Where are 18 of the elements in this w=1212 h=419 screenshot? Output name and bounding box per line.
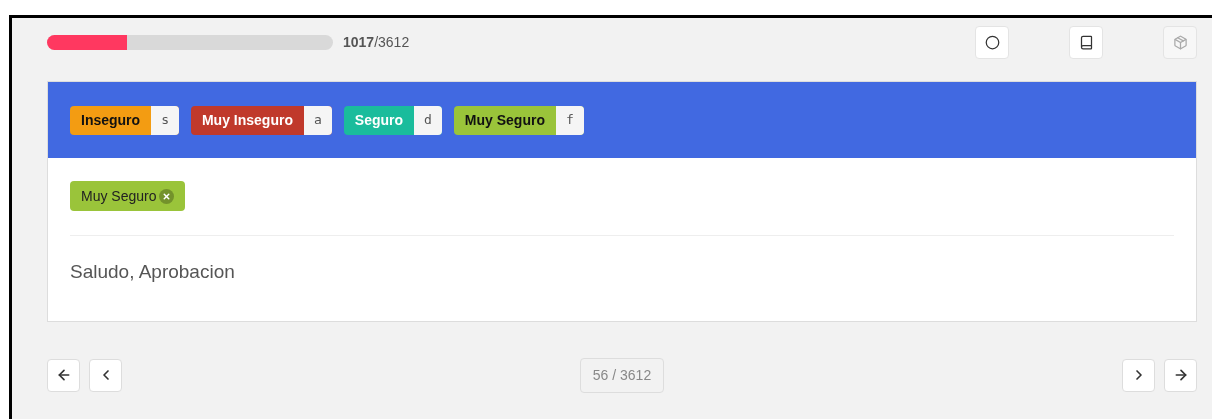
box-icon — [1172, 35, 1188, 50]
previous-button[interactable] — [89, 358, 122, 392]
remove-icon[interactable] — [159, 188, 175, 204]
label-button[interactable]: Muy Inseguro a — [190, 105, 332, 135]
page-counter: 56 / 3612 — [579, 357, 665, 393]
last-button[interactable] — [1164, 358, 1197, 392]
book-icon — [1078, 35, 1094, 50]
circle-icon — [984, 35, 1000, 50]
label-button[interactable]: Seguro d — [343, 105, 442, 135]
next-button[interactable] — [1122, 358, 1155, 392]
first-button[interactable] — [47, 358, 80, 392]
progress-count: 1017/3612 — [343, 33, 410, 52]
label-button[interactable]: Muy Seguro f — [453, 105, 584, 135]
label-button[interactable]: Inseguro s — [70, 105, 179, 135]
content-text: Saludo, Aprobacion — [70, 260, 236, 284]
book-button[interactable] — [1069, 26, 1103, 59]
circle-button[interactable] — [975, 26, 1009, 59]
tag-text: Muy Seguro — [81, 186, 157, 206]
